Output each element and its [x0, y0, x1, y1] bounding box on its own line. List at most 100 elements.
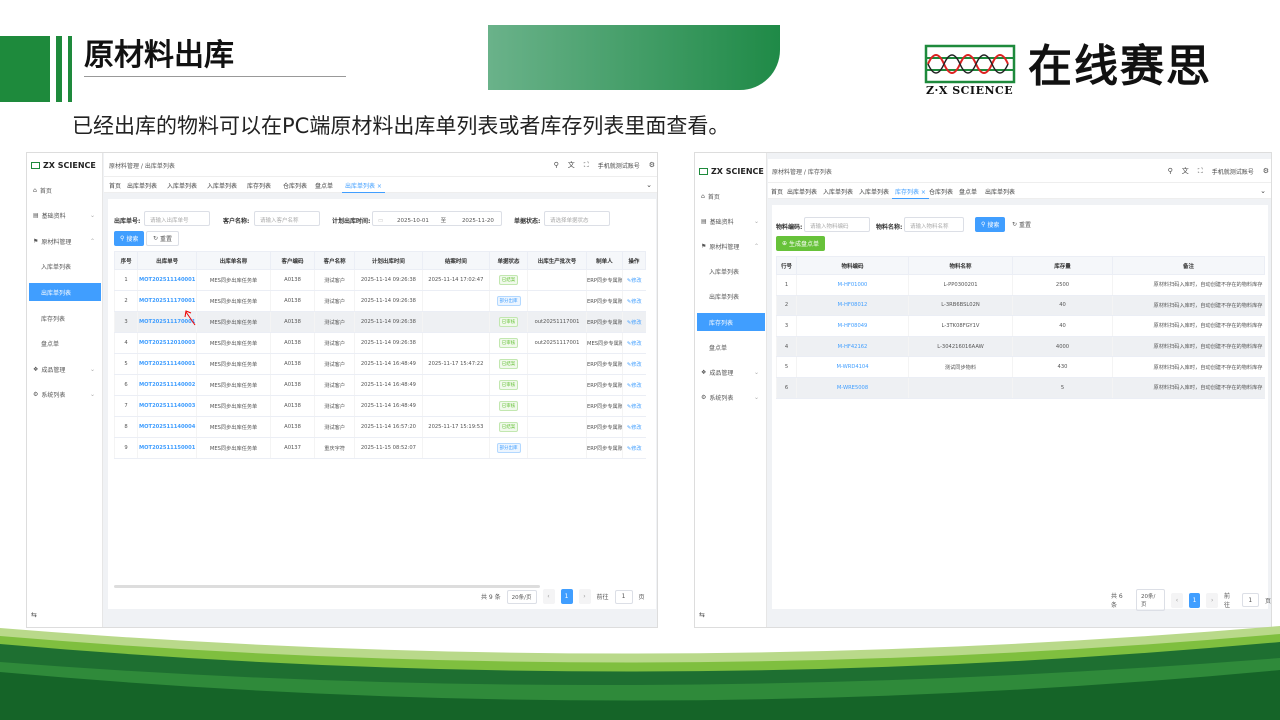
translate-icon[interactable]: 文 [1182, 166, 1189, 176]
sidebar-item[interactable]: 出库单列表 [29, 283, 101, 302]
reset-button[interactable]: ↻ 重置 [1006, 217, 1038, 232]
translate-icon[interactable]: 文 [568, 160, 575, 170]
tab-more-icon[interactable]: ⌄ [1257, 185, 1269, 197]
table-row[interactable]: 5 MOT202511140001 MES同步出库任务单 A0138 测试客户 2025-… [113, 353, 646, 375]
sidebar-item[interactable]: ▤ 基础资料 ⌄ [697, 212, 765, 230]
sidebar-item[interactable]: ⚑ 原材料管理 ⌃ [697, 237, 765, 255]
cell-code[interactable]: M-HF08012 [796, 295, 909, 317]
generate-stocktake-button[interactable]: ⊕ 生成盘点单 [776, 236, 826, 251]
settings-icon[interactable]: ⚙ [1263, 167, 1269, 175]
cell-code[interactable]: M-HF08049 [796, 315, 909, 337]
sidebar-item[interactable]: 出库单列表 [697, 288, 765, 306]
sidebar-item-label: 成品管理 [41, 366, 66, 374]
material-code-input[interactable]: 请输入物料编码 [804, 217, 870, 232]
cell-code[interactable]: MOT202511170001 [137, 290, 197, 312]
search-button[interactable]: ⚲ 搜索 [114, 231, 145, 246]
date-range-input[interactable]: ▭ 2025-10-01 至 2025-11-20 [372, 211, 502, 226]
cell-code[interactable]: MOT202511140002 [137, 374, 197, 396]
cell-plan: 2025-11-14 09:26:38 [354, 311, 423, 333]
tab[interactable]: 入库单列表 [164, 179, 200, 192]
cell-code[interactable]: M-WRE5008 [796, 377, 909, 399]
fullscreen-icon[interactable]: ⛶ [584, 161, 589, 170]
cell-code[interactable]: M-WRD4104 [796, 356, 909, 378]
table-row[interactable]: 6 MOT202511140002 MES同步出库任务单 A0138 测试客户 2025-… [113, 374, 646, 396]
table-row[interactable]: 5 M-WRD4104 测试同步物料 430 原材料扫码入库时，自动创建不存在的物料库存 [776, 356, 1265, 378]
cell-code[interactable]: MOT202511140001 [137, 269, 197, 291]
horizontal-scrollbar[interactable] [114, 585, 540, 588]
tab[interactable]: 出库单列表 [124, 179, 160, 192]
user-name[interactable]: 手机就测试账号 [598, 161, 640, 170]
table-row[interactable]: 1 M-HF01000 L-PP0300201 2500 原材料扫码入库时，自动创建不存… [776, 274, 1265, 296]
table-row[interactable]: 2 M-HF08012 L-3RB6BSL02N 40 原材料扫码入库时，自动创建不存在… [776, 295, 1265, 317]
cell-code[interactable]: M-HF01000 [796, 274, 909, 296]
reset-button[interactable]: ↻ 重置 [146, 231, 180, 246]
cell-op[interactable]: ✎修改 [621, 374, 646, 396]
cell-op[interactable]: ✎修改 [621, 353, 646, 375]
sidebar-item[interactable]: ⌂ 首页 [697, 187, 765, 205]
order-no-input[interactable]: 请输入出库单号 [144, 211, 210, 226]
status-select[interactable]: 请选择单据状态 [544, 211, 610, 226]
search-button[interactable]: ⚲ 搜索 [975, 217, 1006, 232]
sidebar-item[interactable]: ⚑ 原材料管理 ⌃ [29, 232, 101, 250]
sidebar-item[interactable]: ▤ 基础资料 ⌄ [29, 207, 101, 225]
sidebar-item[interactable]: ❖ 成品管理 ⌄ [29, 360, 101, 378]
table-row[interactable]: 2 MOT202511170001 MES同步出库任务单 A0138 测试客户 2025-… [113, 290, 646, 312]
table-row[interactable]: 6 M-WRE5008 5 原材料扫码入库时，自动创建不存在的物料库存 [776, 377, 1265, 399]
fullscreen-icon[interactable]: ⛶ [1198, 167, 1203, 176]
tab[interactable]: 出库单列表 × [342, 179, 385, 193]
table-row[interactable]: 8 MOT202511140004 MES同步出库任务单 A0138 测试客户 2025-… [113, 416, 646, 438]
sidebar-item[interactable]: 盘点单 [29, 335, 101, 353]
tab[interactable]: 盘点单 [956, 185, 980, 198]
sidebar-item[interactable]: ⚙ 系统列表 ⌄ [697, 389, 765, 407]
tab[interactable]: 仓库列表 [926, 185, 956, 198]
table-row[interactable]: 1 MOT202511140001 MES同步出库任务单 A0138 测试客户 2025-… [113, 269, 646, 291]
sidebar-item[interactable]: 库存列表 [29, 309, 101, 327]
table-row[interactable]: 9 MOT202511150001 MES同步出库任务单 A0137 重庆字符 2025-… [113, 437, 646, 459]
tab[interactable]: 库存列表 [244, 179, 274, 192]
sidebar-item[interactable]: ❖ 成品管理 ⌄ [697, 363, 765, 381]
table-row[interactable]: 3 M-HF08049 L-3TK08FGY1V 40 原材料扫码入库时，自动创建不存在… [776, 315, 1265, 337]
cell-op[interactable]: ✎修改 [621, 290, 646, 312]
table-row[interactable]: 7 MOT202511140003 MES同步出库任务单 A0138 测试客户 2025-… [113, 395, 646, 417]
cell-op[interactable]: ✎修改 [621, 395, 646, 417]
cell-op[interactable]: ✎修改 [621, 416, 646, 438]
tab[interactable]: 入库单列表 [820, 185, 856, 198]
cell-code[interactable]: MOT202512010003 [137, 332, 197, 354]
search-icon[interactable]: ⚲ [554, 161, 559, 169]
material-name-input[interactable]: 请输入物料名称 [904, 217, 964, 232]
tab-more-icon[interactable]: ⌄ [643, 179, 655, 191]
sidebar-item[interactable]: 入库单列表 [697, 263, 765, 281]
cell-code[interactable]: MOT202511150001 [137, 437, 197, 459]
cell-code[interactable]: MOT202511140001 [137, 353, 197, 375]
tab[interactable]: 盘点单 [312, 179, 336, 192]
tab[interactable]: 库存列表 × [892, 185, 929, 199]
brand: ZX SCIENCE [699, 167, 764, 176]
logo-subtext: Z·X SCIENCE [926, 84, 1014, 97]
sidebar-item[interactable]: ⚙ 系统列表 ⌄ [29, 386, 101, 404]
tab[interactable]: 仓库列表 [280, 179, 310, 192]
table-row[interactable]: 4 M-HF42162 L-304216016AAW 4000 原材料扫码入库时，自动创… [776, 336, 1265, 358]
tab[interactable]: 出库单列表 [784, 185, 820, 198]
customer-input[interactable]: 请输入客户名称 [254, 211, 320, 226]
user-name[interactable]: 手机就测试账号 [1212, 167, 1254, 176]
cell-no: 5 [776, 356, 797, 378]
cell-op[interactable]: ✎修改 [621, 311, 646, 333]
cell-qty: 430 [1012, 356, 1113, 378]
tab[interactable]: 首页 [106, 179, 124, 192]
tab[interactable]: 出库单列表 [982, 185, 1018, 198]
sidebar-item[interactable]: 库存列表 [697, 313, 765, 331]
tab[interactable]: 入库单列表 [856, 185, 892, 198]
sidebar-item[interactable]: ⌂ 首页 [29, 181, 101, 199]
cell-code[interactable]: MOT202511140004 [137, 416, 197, 438]
cell-op[interactable]: ✎修改 [621, 437, 646, 459]
cell-code[interactable]: M-HF42162 [796, 336, 909, 358]
cell-op[interactable]: ✎修改 [621, 332, 646, 354]
sidebar-item[interactable]: 入库单列表 [29, 258, 101, 276]
search-icon[interactable]: ⚲ [1168, 167, 1173, 175]
sidebar-item[interactable]: 盘点单 [697, 338, 765, 356]
settings-icon[interactable]: ⚙ [649, 161, 655, 169]
tab[interactable]: 入库单列表 [204, 179, 240, 192]
table-row[interactable]: 4 MOT202512010003 MES同步出库任务单 A0138 测试客户 2025-… [113, 332, 646, 354]
cell-op[interactable]: ✎修改 [621, 269, 646, 291]
cell-code[interactable]: MOT202511140003 [137, 395, 197, 417]
